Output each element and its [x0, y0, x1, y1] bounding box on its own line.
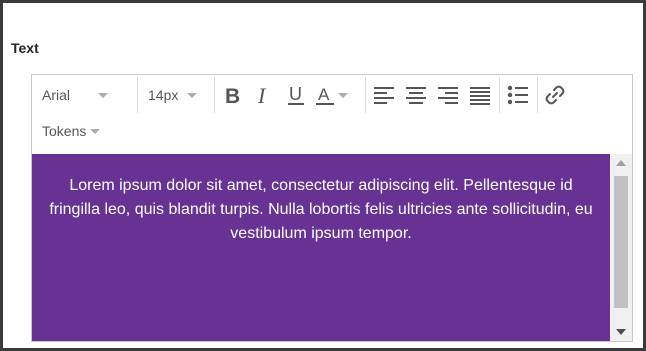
- align-justify-button[interactable]: [466, 81, 494, 109]
- scroll-down-button[interactable]: [610, 323, 632, 341]
- scrollbar-thumb[interactable]: [614, 176, 628, 308]
- align-right-icon: [438, 87, 458, 104]
- editor-toolbar: Arial 14px B I U A Tokens: [32, 75, 632, 152]
- font-family-dropdown[interactable]: Arial: [42, 75, 132, 115]
- align-justify-icon: [470, 87, 490, 105]
- svg-text:U: U: [289, 84, 302, 104]
- vertical-scrollbar[interactable]: [610, 154, 632, 341]
- align-center-button[interactable]: [402, 81, 430, 109]
- align-left-icon: [374, 87, 394, 104]
- align-right-button[interactable]: [434, 81, 462, 109]
- scroll-up-arrow-icon: [616, 160, 626, 166]
- italic-button[interactable]: I: [250, 81, 278, 109]
- svg-text:I: I: [257, 84, 267, 106]
- section-label: Text: [11, 40, 39, 56]
- scroll-down-arrow-icon: [616, 329, 626, 335]
- tokens-label: Tokens: [42, 123, 87, 139]
- link-icon: [545, 85, 565, 105]
- font-family-value: Arial: [42, 87, 71, 103]
- bullet-list-icon: [507, 85, 528, 105]
- tokens-dropdown[interactable]: Tokens: [42, 123, 101, 139]
- text-color-button[interactable]: A: [314, 81, 358, 109]
- toolbar-divider: [137, 77, 138, 113]
- chevron-down-icon: [338, 92, 348, 98]
- toolbar-divider: [214, 77, 215, 113]
- bullet-list-button[interactable]: [504, 81, 532, 109]
- chevron-down-icon: [98, 92, 109, 98]
- chevron-down-icon: [187, 92, 198, 98]
- underline-icon: U: [288, 84, 304, 105]
- panel-frame: Text Arial 14px B I U A Tokens Lorem ips…: [0, 0, 646, 351]
- editor-content[interactable]: Lorem ipsum dolor sit amet, consectetur …: [32, 154, 610, 341]
- bold-icon: B: [225, 85, 240, 106]
- align-center-icon: [406, 87, 426, 104]
- toolbar-divider: [499, 77, 500, 113]
- svg-text:A: A: [318, 85, 330, 104]
- chevron-down-icon: [90, 128, 101, 134]
- toolbar-divider: [537, 77, 538, 113]
- content-text: Lorem ipsum dolor sit amet, consectetur …: [49, 177, 593, 242]
- toolbar-row-2: Tokens: [32, 115, 632, 152]
- font-size-dropdown[interactable]: 14px: [148, 75, 218, 115]
- text-color-icon: A: [316, 85, 334, 105]
- underline-button[interactable]: U: [282, 81, 310, 109]
- scroll-up-button[interactable]: [610, 154, 632, 172]
- toolbar-divider: [365, 77, 366, 113]
- font-size-value: 14px: [148, 87, 179, 103]
- italic-icon: I: [257, 84, 267, 106]
- align-left-button[interactable]: [370, 81, 398, 109]
- insert-link-button[interactable]: [541, 81, 569, 109]
- rich-text-editor: Arial 14px B I U A Tokens Lorem ipsum do…: [31, 74, 633, 342]
- svg-text:B: B: [225, 85, 240, 106]
- bold-button[interactable]: B: [218, 81, 246, 109]
- toolbar-row-1: Arial 14px B I U A: [32, 75, 632, 115]
